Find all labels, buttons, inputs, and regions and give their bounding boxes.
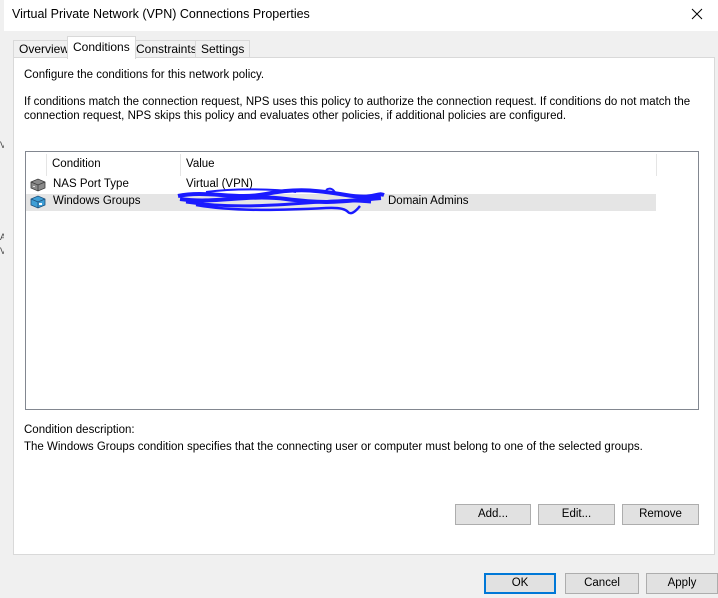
- row-condition: Windows Groups: [53, 195, 141, 207]
- apply-button[interactable]: Apply: [646, 573, 718, 594]
- tab-constraints[interactable]: Constraints: [130, 40, 203, 58]
- tab-conditions[interactable]: Conditions: [67, 36, 136, 59]
- conditions-list[interactable]: Condition Value NAS Port Type Virtual (V…: [25, 151, 699, 410]
- cancel-button[interactable]: Cancel: [565, 573, 639, 594]
- add-button[interactable]: Add...: [455, 504, 531, 525]
- list-row-windows-groups[interactable]: Windows Groups Domain Admins: [26, 187, 656, 215]
- condition-description-label: Condition description:: [24, 424, 135, 436]
- tab-settings[interactable]: Settings: [195, 40, 251, 58]
- remove-button[interactable]: Remove: [622, 504, 699, 525]
- column-header-value[interactable]: Value: [186, 158, 215, 170]
- column-header-condition[interactable]: Condition: [52, 158, 101, 170]
- intro-text: Configure the conditions for this networ…: [24, 69, 265, 81]
- ok-button[interactable]: OK: [484, 573, 556, 594]
- column-separator[interactable]: [656, 154, 657, 176]
- row-value: Domain Admins: [388, 195, 469, 207]
- nas-port-icon: [30, 178, 46, 192]
- condition-description-text: The Windows Groups condition specifies t…: [24, 441, 643, 453]
- redaction-scribble: [177, 187, 385, 215]
- explanation-text: If conditions match the connection reque…: [24, 96, 691, 122]
- windows-groups-icon: [30, 195, 46, 209]
- window-title: Virtual Private Network (VPN) Connection…: [12, 7, 310, 21]
- column-separator: [46, 154, 47, 176]
- conditions-panel: Configure the conditions for this networ…: [13, 57, 715, 555]
- row-condition: NAS Port Type: [53, 178, 129, 190]
- properties-dialog: Virtual Private Network (VPN) Connection…: [4, 0, 718, 598]
- list-header: Condition Value: [26, 152, 657, 176]
- tab-overview[interactable]: Overview: [13, 40, 76, 58]
- title-bar: Virtual Private Network (VPN) Connection…: [4, 0, 718, 31]
- edit-button[interactable]: Edit...: [538, 504, 615, 525]
- column-separator[interactable]: [180, 154, 181, 176]
- close-icon[interactable]: [682, 1, 712, 27]
